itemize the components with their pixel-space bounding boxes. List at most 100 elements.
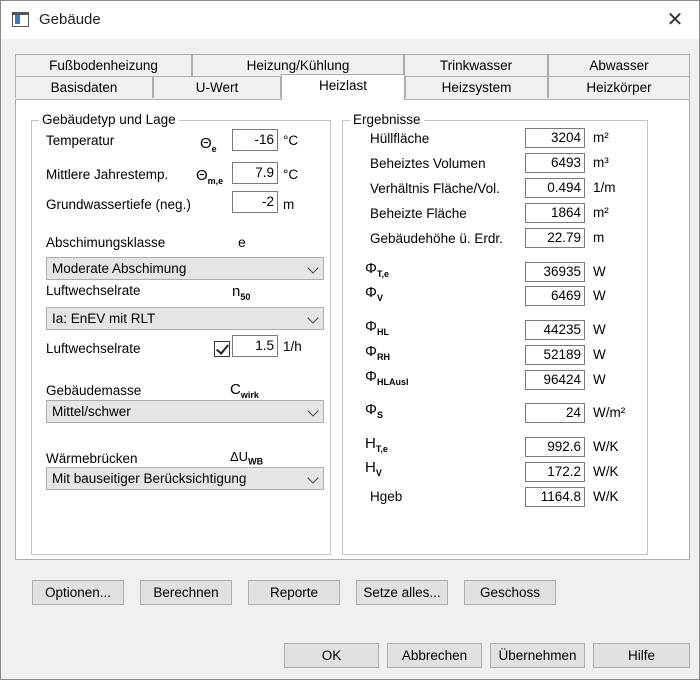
phi-hlausl-unit: W [593,372,606,387]
hgeb-label: Hgeb [370,489,403,504]
height-unit: m [593,230,605,245]
close-icon[interactable]: ✕ [661,7,689,33]
groundwater-unit: m [283,197,295,212]
tab-heizlast[interactable]: Heizlast [281,74,405,100]
heated-volume-label: Beheiztes Volumen [370,156,486,171]
h-te-symbol: HT,e [365,435,388,454]
tab-trinkwasser[interactable]: Trinkwasser [404,54,548,76]
phi-rh-field[interactable]: 52189 [525,345,585,365]
floor-button[interactable]: Geschoss [464,580,556,605]
groundwater-label: Grundwassertiefe (neg.) [46,197,191,212]
app-window-icon [12,12,29,27]
phi-te-field[interactable]: 36935 [525,262,585,282]
hull-area-unit: m² [593,130,609,145]
chevron-down-icon [307,472,319,484]
groundwater-field[interactable]: -2 [232,191,278,213]
phi-hl-unit: W [593,322,606,337]
thermal-bridges-select[interactable]: Mit bauseitiger Berücksichtigung [46,467,324,490]
phi-v-symbol: ΦV [365,284,383,303]
air-change-label: Luftwechselrate [46,283,141,298]
chevron-down-icon [307,262,319,274]
group-title-ergebnisse: Ergebnisse [350,112,424,127]
h-te-field[interactable]: 992.6 [525,437,585,457]
shielding-value: Moderate Abschimung [52,261,187,276]
phi-rh-symbol: ΦRH [365,343,390,362]
temperature-unit: °C [283,133,299,148]
chevron-down-icon [307,312,319,324]
phi-v-unit: W [593,288,606,303]
thermal-bridges-value: Mit bauseitiger Berücksichtigung [52,471,247,486]
tab-basisdaten[interactable]: Basisdaten [15,76,153,98]
temperature-field[interactable]: -16 [232,129,278,151]
phi-hlausl-symbol: ΦHLAusl [365,368,409,387]
heated-area-field[interactable]: 1864 [525,203,585,223]
annual-temp-unit: °C [283,167,299,182]
phi-v-field[interactable]: 6469 [525,286,585,306]
phi-te-unit: W [593,264,606,279]
building-mass-label: Gebäudemasse [46,383,142,398]
cancel-button[interactable]: Abbrechen [387,643,482,668]
temperature-symbol: Θe [200,135,217,154]
phi-hl-field[interactable]: 44235 [525,320,585,340]
set-all-button[interactable]: Setze alles... [356,580,448,605]
calculate-button[interactable]: Berechnen [140,580,232,605]
heizlast-panel: Gebäudetyp und Lage Temperatur Θe -16 °C… [15,99,690,560]
air-rate-unit: 1/h [283,339,302,354]
air-rate-label: Luftwechselrate [46,341,141,356]
h-v-unit: W/K [593,464,619,479]
ratio-label: Verhältnis Fläche/Vol. [370,181,500,196]
air-change-value: Ia: EnEV mit RLT [52,311,156,326]
heated-area-unit: m² [593,205,609,220]
group-title-gebaeudetyp: Gebäudetyp und Lage [39,112,179,127]
shielding-label: Abschimungsklasse [46,235,166,250]
hull-area-label: Hüllfläche [370,131,430,146]
title-bar: Gebäude ✕ [1,1,699,39]
phi-s-symbol: ΦS [365,401,383,420]
heated-volume-field[interactable]: 6493 [525,153,585,173]
building-mass-value: Mittel/schwer [52,404,131,419]
air-rate-checkbox[interactable] [214,341,230,357]
annual-temp-symbol: Θm,e [196,167,224,186]
phi-s-unit: W/m² [593,405,626,420]
apply-button[interactable]: Übernehmen [490,643,585,668]
air-rate-field[interactable]: 1.5 [232,335,278,357]
phi-hlausl-field[interactable]: 96424 [525,370,585,390]
building-mass-symbol: Cwirk [230,381,259,400]
h-v-field[interactable]: 172.2 [525,462,585,482]
tab-heizung-kuehlung[interactable]: Heizung/Kühlung [192,54,404,76]
phi-s-field[interactable]: 24 [525,403,585,423]
tab-u-wert[interactable]: U-Wert [153,76,281,98]
annual-temp-field[interactable]: 7.9 [232,162,278,184]
height-label: Gebäudehöhe ü. Erdr. [370,231,503,246]
tab-heizkoerper[interactable]: Heizkörper [548,76,690,98]
options-button[interactable]: Optionen... [32,580,124,605]
height-field[interactable]: 22.79 [525,228,585,248]
group-ergebnisse: Ergebnisse Hüllfläche 3204 m² Beheiztes … [342,112,648,555]
shielding-symbol: e [238,234,246,250]
heated-volume-unit: m³ [593,155,609,170]
building-mass-select[interactable]: Mittel/schwer [46,400,324,423]
h-v-symbol: HV [365,459,382,478]
phi-hl-symbol: ΦHL [365,318,389,337]
shielding-select[interactable]: Moderate Abschimung [46,257,324,280]
tab-abwasser[interactable]: Abwasser [548,54,690,76]
air-change-select[interactable]: Ia: EnEV mit RLT [46,307,324,330]
tab-fussbodenheizung[interactable]: Fußbodenheizung [15,54,192,76]
h-te-unit: W/K [593,439,619,454]
air-change-symbol: n50 [232,283,251,302]
hgeb-field[interactable]: 1164.8 [525,487,585,507]
temperature-label: Temperatur [46,133,115,148]
hull-area-field[interactable]: 3204 [525,128,585,148]
heated-area-label: Beheizte Fläche [370,206,467,221]
reports-button[interactable]: Reporte [248,580,340,605]
tab-heizsystem[interactable]: Heizsystem [405,76,548,98]
group-gebaeudetyp: Gebäudetyp und Lage Temperatur Θe -16 °C… [31,112,331,555]
annual-temp-label: Mittlere Jahrestemp. [46,167,169,182]
ratio-field[interactable]: 0.494 [525,178,585,198]
thermal-bridges-symbol: ΔUWB [230,449,264,467]
dialog-window: Gebäude ✕ Fußbodenheizung Heizung/Kühlun… [0,0,700,680]
ratio-unit: 1/m [593,180,616,195]
help-button[interactable]: Hilfe [593,643,690,668]
hgeb-unit: W/K [593,489,619,504]
ok-button[interactable]: OK [284,643,379,668]
